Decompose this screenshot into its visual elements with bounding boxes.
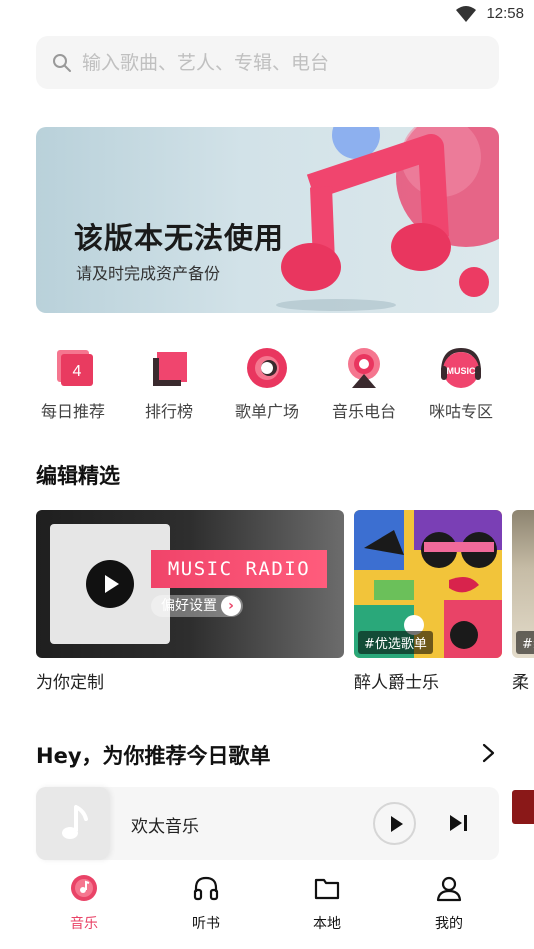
tab-label: 听书 <box>192 916 220 932</box>
play-button[interactable] <box>86 560 134 608</box>
music-disc-icon <box>71 875 97 901</box>
quick-nav-label: 每日推荐 <box>40 402 105 421</box>
card-title: 为你定制 <box>36 673 104 693</box>
tab-label: 我的 <box>435 916 463 932</box>
now-playing-title: 欢太音乐 <box>131 817 199 837</box>
music-radio-label: MUSIC RADIO <box>151 550 327 588</box>
vinyl-icon <box>245 346 289 390</box>
search-input[interactable] <box>82 48 482 78</box>
chevron-right-icon: › <box>221 596 241 616</box>
playlist-tag: #优选歌单 <box>358 631 433 654</box>
status-bar: 12:58 <box>0 0 534 30</box>
quick-nav-label: 歌单广场 <box>234 402 299 421</box>
tab-label: 音乐 <box>70 916 98 932</box>
calendar-badge: 4 <box>73 363 82 380</box>
tab-music[interactable]: 音乐 <box>44 874 124 933</box>
card-title: 柔 <box>512 673 529 693</box>
card-custom-radio[interactable]: MUSIC RADIO 偏好设置 › <box>36 510 344 658</box>
preference-label: 偏好设置 <box>161 598 217 614</box>
headphones-icon <box>193 876 219 901</box>
quick-nav-label: 排行榜 <box>144 402 193 421</box>
quick-nav-migu[interactable]: MUSIC 咪咕专区 <box>416 340 506 422</box>
promo-banner[interactable]: 该版本无法使用 请及时完成资产备份 <box>36 127 499 313</box>
now-playing-cover <box>36 787 109 860</box>
search-icon <box>53 54 71 72</box>
user-icon <box>436 876 462 902</box>
calendar-icon: 4 <box>51 346 95 390</box>
radio-icon <box>342 346 386 390</box>
editor-picks-carousel[interactable]: MUSIC RADIO 偏好设置 › 为你定制 #优选歌单 醉人爵士乐 #纟 柔 <box>36 510 534 693</box>
chart-icon <box>147 346 191 390</box>
banner-subtitle: 请及时完成资产备份 <box>76 264 221 283</box>
wifi-icon <box>456 6 476 22</box>
migu-badge: MUSIC <box>447 366 477 376</box>
quick-nav-playlists[interactable]: 歌单广场 <box>222 340 312 422</box>
quick-nav: 4 每日推荐 排行榜 歌单广场 音乐电台 MUSIC 咪咕专区 <box>0 340 534 430</box>
card-partial-playlist[interactable]: #纟 <box>512 510 534 658</box>
card-title: 醉人爵士乐 <box>354 673 439 693</box>
tab-profile[interactable]: 我的 <box>409 874 489 933</box>
playlist-preview-peek <box>512 790 534 824</box>
playlist-tag: #纟 <box>516 631 534 654</box>
bottom-tab-bar: 音乐 听书 本地 我的 <box>0 868 534 949</box>
banner-title: 该版本无法使用 <box>74 221 285 255</box>
preference-settings-button[interactable]: 偏好设置 › <box>151 595 243 617</box>
section-title-recommend[interactable]: Hey，为你推荐今日歌单 <box>36 740 271 770</box>
quick-nav-daily[interactable]: 4 每日推荐 <box>28 340 118 422</box>
section-title-editor-picks: 编辑精选 <box>36 464 120 488</box>
quick-nav-label: 咪咕专区 <box>428 402 493 421</box>
search-bar[interactable] <box>36 36 499 89</box>
play-button[interactable] <box>373 802 416 845</box>
quick-nav-label: 音乐电台 <box>331 402 396 421</box>
card-jazz-playlist[interactable]: #优选歌单 <box>354 510 502 658</box>
migu-icon: MUSIC <box>439 346 483 390</box>
chevron-right-icon[interactable] <box>480 742 498 764</box>
quick-nav-radio[interactable]: 音乐电台 <box>319 340 409 422</box>
skip-next-icon[interactable] <box>448 813 470 833</box>
quick-nav-charts[interactable]: 排行榜 <box>124 340 214 422</box>
music-note-icon <box>62 805 88 839</box>
tab-audiobooks[interactable]: 听书 <box>166 874 246 933</box>
clock: 12:58 <box>486 5 524 22</box>
folder-icon <box>314 878 340 900</box>
tab-local[interactable]: 本地 <box>287 874 367 933</box>
mini-player[interactable]: 欢太音乐 <box>36 787 499 860</box>
tab-label: 本地 <box>313 916 341 932</box>
